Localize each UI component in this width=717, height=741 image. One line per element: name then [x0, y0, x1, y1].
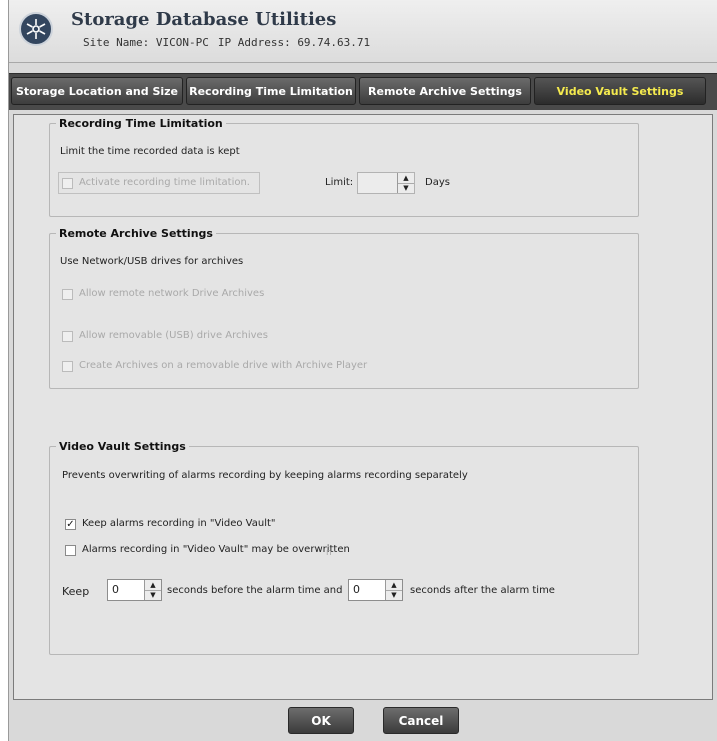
seconds-after-value: 0	[353, 583, 360, 596]
recording-time-description: Limit the time recorded data is kept	[60, 146, 240, 157]
activate-limit-label: Activate recording time limitation.	[79, 177, 250, 188]
tab-video-vault-settings[interactable]: Video Vault Settings	[534, 77, 706, 105]
archive-player-label: Create Archives on a removable drive wit…	[79, 360, 368, 371]
video-vault-group: Video Vault Settings Prevents overwritin…	[49, 440, 639, 655]
utilities-window: Storage Database Utilities Site Name: VI…	[8, 0, 717, 741]
archive-player-checkbox[interactable]	[62, 361, 73, 372]
seconds-before-label: seconds before the alarm time and	[167, 585, 343, 596]
may-overwrite-checkbox[interactable]	[65, 545, 76, 556]
seconds-after-stepper[interactable]: 0 ▲ ▼	[348, 579, 403, 601]
recording-time-legend: Recording Time Limitation	[59, 117, 223, 130]
seconds-before-stepper[interactable]: 0 ▲ ▼	[107, 579, 162, 601]
site-info: Site Name: VICON-PC IP Address: 69.74.63.…	[83, 36, 379, 49]
seconds-before-value: 0	[112, 583, 119, 596]
tab-recording-time-limitation[interactable]: Recording Time Limitation	[186, 77, 356, 105]
may-overwrite-label: Alarms recording in "Video Vault" may be…	[82, 544, 350, 555]
tab-storage-location[interactable]: Storage Location and Size	[11, 77, 183, 105]
activate-limit-checkbox[interactable]	[62, 178, 73, 189]
header: Storage Database Utilities Site Name: VI…	[9, 0, 717, 63]
seconds-after-spin-buttons: ▲ ▼	[385, 580, 402, 600]
keep-in-vault-checkbox[interactable]: ✓	[65, 519, 76, 530]
remote-archive-group: Remote Archive Settings Use Network/USB …	[49, 227, 639, 389]
app-logo-icon	[19, 12, 53, 46]
after-decrement-icon[interactable]: ▼	[386, 590, 402, 600]
cancel-button[interactable]: Cancel	[383, 707, 459, 734]
limit-days-spin-buttons: ▲ ▼	[397, 173, 414, 193]
remote-network-label: Allow remote network Drive Archives	[79, 288, 265, 299]
before-decrement-icon[interactable]: ▼	[145, 590, 161, 600]
usb-archive-label: Allow removable (USB) drive Archives	[79, 330, 268, 341]
seconds-after-label: seconds after the alarm time	[410, 585, 555, 596]
keep-in-vault-label: Keep alarms recording in "Video Vault"	[82, 518, 276, 529]
ip-address: IP Address: 69.74.63.71	[217, 36, 371, 49]
ok-button[interactable]: OK	[288, 707, 354, 734]
app-title: Storage Database Utilities	[71, 9, 337, 30]
site-name: Site Name: VICON-PC	[83, 36, 209, 49]
keep-label: Keep	[62, 585, 90, 598]
video-vault-description: Prevents overwriting of alarms recording…	[62, 470, 468, 481]
remote-network-checkbox[interactable]	[62, 289, 73, 300]
limit-days-stepper[interactable]: ▲ ▼	[357, 172, 415, 194]
video-vault-legend: Video Vault Settings	[59, 440, 186, 453]
remote-archive-description: Use Network/USB drives for archives	[60, 256, 244, 267]
remote-archive-legend: Remote Archive Settings	[59, 227, 213, 240]
limit-decrement-icon[interactable]: ▼	[398, 183, 414, 193]
settings-panel: Recording Time Limitation Limit the time…	[13, 114, 713, 700]
tab-remote-archive-settings[interactable]: Remote Archive Settings	[359, 77, 531, 105]
usb-archive-checkbox[interactable]	[62, 331, 73, 342]
recording-time-group: Recording Time Limitation Limit the time…	[49, 117, 639, 217]
days-label: Days	[425, 177, 450, 188]
seconds-before-spin-buttons: ▲ ▼	[144, 580, 161, 600]
stray-mark: n	[326, 548, 332, 558]
tab-bar: Storage Location and Size Recording Time…	[9, 73, 717, 110]
limit-label: Limit:	[325, 177, 354, 188]
